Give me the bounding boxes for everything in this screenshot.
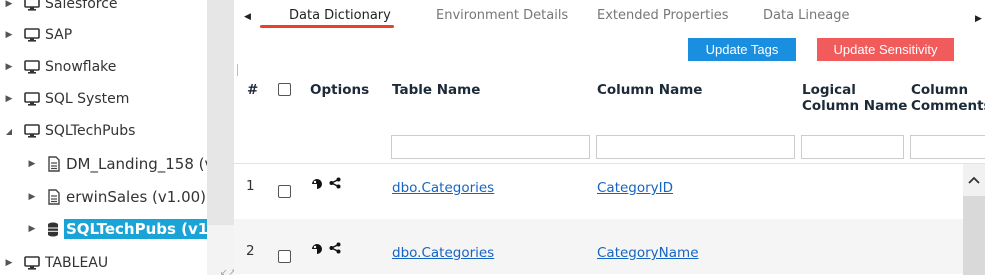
table-name-link[interactable]: dbo.Categories [392, 180, 494, 196]
tree-node-tableau[interactable]: ▶ TABLEAU [4, 250, 109, 275]
expand-arrow-icon[interactable]: ▶ [27, 224, 37, 234]
tree-node-label: Salesforce [45, 0, 118, 12]
tree-node-label: SQL System [45, 91, 130, 107]
tag-icon[interactable] [311, 243, 323, 258]
tree-node-label: TABLEAU [45, 255, 109, 271]
expand-arrow-icon[interactable]: ▶ [4, 62, 14, 72]
table-name-filter-input[interactable] [391, 135, 590, 159]
column-name-link[interactable]: CategoryID [597, 180, 673, 196]
tree-node-label: SQLTechPubs [45, 123, 136, 139]
column-name-filter-input[interactable] [596, 135, 795, 159]
scroll-up-icon[interactable] [963, 164, 985, 196]
tree-node-snowflake[interactable]: ▶ Snowflake [4, 54, 117, 80]
tab-data-lineage[interactable]: Data Lineage [763, 8, 849, 23]
update-tags-button[interactable]: Update Tags [688, 38, 796, 61]
data-dictionary-panel: ◀ Data Dictionary Environment Details Ex… [234, 0, 985, 275]
tree-node-label: DM_Landing_158 (v1.0 [66, 155, 207, 173]
row-number: 2 [246, 243, 255, 259]
table-row[interactable]: 1 dbo.Categories CategoryID [234, 164, 963, 219]
monitor-icon [24, 0, 40, 11]
row-number: 1 [246, 178, 255, 194]
tab-next-icon[interactable]: ▶ [975, 14, 982, 24]
row-checkbox[interactable] [278, 185, 291, 198]
document-icon [47, 156, 61, 172]
row-checkbox[interactable] [278, 250, 291, 263]
tab-prev-icon[interactable]: ◀ [244, 12, 251, 22]
header-column-name[interactable]: Column Name [597, 82, 702, 98]
header-logical-line1: Logical [802, 82, 856, 98]
header-table-name[interactable]: Table Name [392, 82, 480, 98]
share-icon[interactable] [329, 177, 341, 192]
expand-arrow-icon[interactable]: ▶ [27, 192, 37, 202]
grid-scrollbar-thumb[interactable] [963, 196, 985, 275]
tree-node-sap[interactable]: ▶ SAP [4, 22, 73, 48]
tree-scrollbar-thumb[interactable] [207, 0, 234, 225]
tree-node-label: erwinSales (v1.00) [66, 188, 207, 206]
logical-column-filter-input[interactable] [801, 135, 904, 159]
header-options: Options [310, 82, 370, 98]
tree-node-label: SAP [45, 27, 73, 43]
tree-scrollbar[interactable] [207, 0, 234, 275]
table-row[interactable]: 2 dbo.Categories CategoryName [234, 219, 963, 274]
monitor-icon [24, 124, 40, 138]
model-tree: ▶ Salesforce ▶ SAP ▶ Snowflake ▶ SQL Sys… [0, 0, 207, 275]
document-icon [47, 189, 61, 205]
collapse-arrow-icon[interactable]: ◢ [4, 127, 14, 136]
grid-scrollbar[interactable] [963, 164, 985, 275]
tree-node-sqltechpubs[interactable]: ◢ SQLTechPubs [4, 118, 135, 144]
filter-row [234, 126, 985, 163]
share-icon[interactable] [329, 242, 341, 257]
tree-node-salesforce[interactable]: ▶ Salesforce [4, 0, 118, 17]
column-name-link[interactable]: CategoryName [597, 245, 699, 261]
expand-arrow-icon[interactable]: ▶ [4, 0, 14, 9]
tab-bar: ◀ Data Dictionary Environment Details Ex… [234, 0, 985, 34]
expand-arrow-icon[interactable]: ▶ [4, 258, 14, 268]
header-row-number: # [247, 82, 259, 98]
update-sensitivity-button[interactable]: Update Sensitivity [817, 38, 954, 61]
tab-extended-properties[interactable]: Extended Properties [597, 8, 729, 23]
tab-data-dictionary[interactable]: Data Dictionary [289, 8, 391, 23]
header-logical-line2: Column Name [802, 98, 908, 114]
panel-divider [237, 64, 238, 76]
column-comments-filter-input[interactable] [910, 135, 985, 159]
expand-arrow-icon[interactable]: ▶ [4, 30, 14, 40]
expand-arrow-icon[interactable]: ▶ [27, 159, 37, 169]
header-column-comments[interactable]: Column Comments [911, 82, 985, 114]
header-comments-line2: Comments [911, 98, 985, 114]
header-comments-line1: Column [911, 82, 969, 98]
tree-node-erwinsales[interactable]: ▶ erwinSales (v1.00) [27, 184, 206, 210]
header-logical-column-name[interactable]: Logical Column Name [802, 82, 907, 114]
active-tab-indicator [260, 25, 394, 28]
tree-node-sqltechpubs-model[interactable]: ▶ SQLTechPubs (v1.00) [27, 216, 207, 242]
tree-node-dm-landing[interactable]: ▶ DM_Landing_158 (v1.0 [27, 151, 207, 177]
tree-node-label: Snowflake [45, 59, 117, 75]
monitor-icon [24, 256, 40, 270]
monitor-icon [24, 28, 40, 42]
expand-arrow-icon[interactable]: ▶ [4, 94, 14, 104]
tree-node-sql-system[interactable]: ▶ SQL System [4, 86, 130, 112]
monitor-icon [24, 92, 40, 106]
table-name-link[interactable]: dbo.Categories [392, 245, 494, 261]
select-all-checkbox[interactable] [278, 83, 291, 96]
tree-node-label: SQLTechPubs (v1.00) [64, 219, 207, 239]
database-icon [47, 222, 59, 237]
tag-icon[interactable] [311, 178, 323, 193]
monitor-icon [24, 60, 40, 74]
tab-environment-details[interactable]: Environment Details [436, 8, 568, 23]
